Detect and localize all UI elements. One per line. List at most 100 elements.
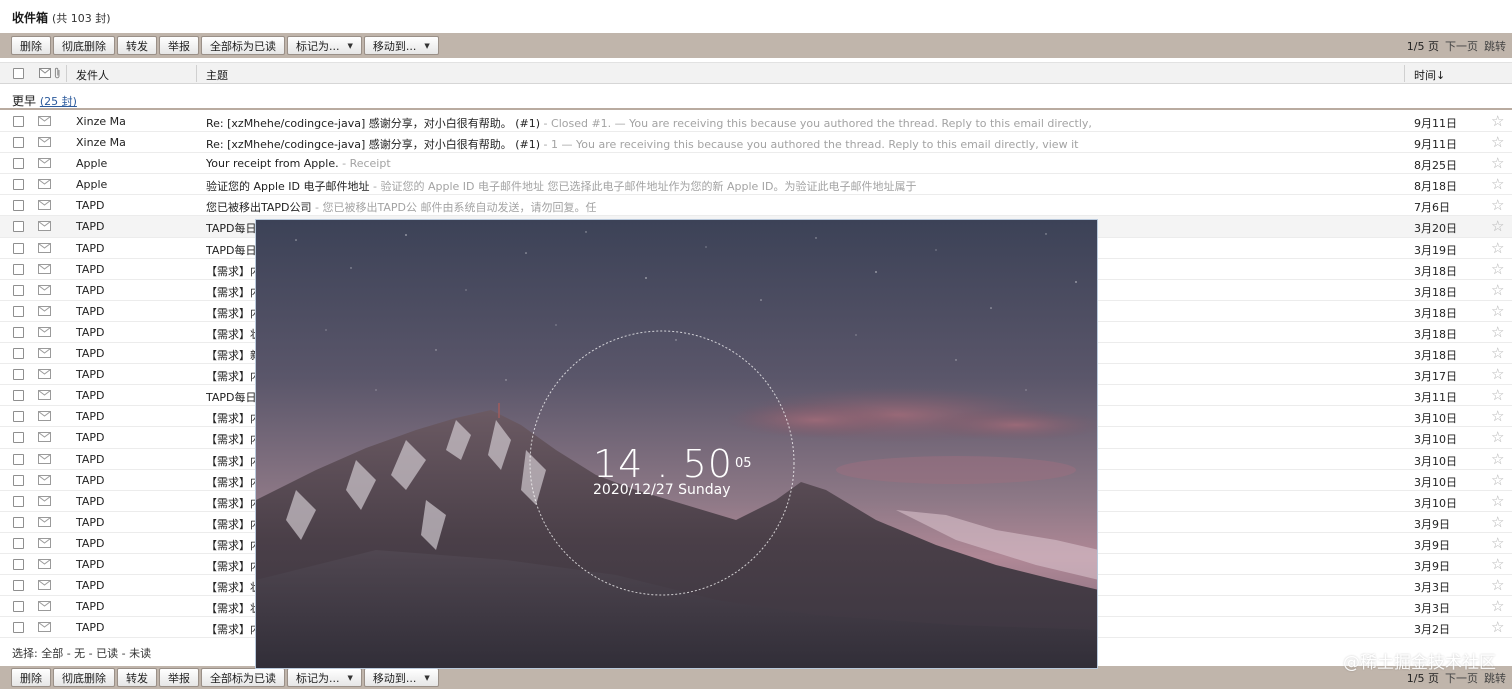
select-all-checkbox[interactable] <box>13 68 24 79</box>
star-icon[interactable]: ☆ <box>1491 365 1504 383</box>
row-checkbox[interactable] <box>13 158 24 170</box>
star-icon[interactable]: ☆ <box>1491 239 1504 257</box>
page-indicator: 1/5 页 <box>1406 39 1439 53</box>
permanent-delete-button[interactable]: 彻底删除 <box>53 36 115 55</box>
delete-button[interactable]: 删除 <box>11 668 51 687</box>
mail-date: 3月18日 <box>1414 327 1457 341</box>
row-checkbox[interactable] <box>13 242 24 254</box>
mail-row[interactable]: Apple Your receipt from Apple. - Receipt 8… <box>0 153 1512 175</box>
mail-subject-text: 【需求】内 <box>206 538 261 552</box>
mail-subject[interactable]: Re: [xzMhehe/codingce-java] 感谢分享，对小白很有帮助… <box>206 136 1396 152</box>
envelope-icon <box>38 580 51 591</box>
mark-all-read-button[interactable]: 全部标为已读 <box>201 668 285 687</box>
star-icon[interactable]: ☆ <box>1491 344 1504 362</box>
row-checkbox[interactable] <box>13 390 24 402</box>
row-checkbox[interactable] <box>13 622 24 634</box>
star-icon[interactable]: ☆ <box>1491 534 1504 552</box>
star-icon[interactable]: ☆ <box>1491 386 1504 404</box>
mail-subject[interactable]: Your receipt from Apple. - Receipt <box>206 157 1396 170</box>
star-icon[interactable]: ☆ <box>1491 154 1504 172</box>
envelope-icon <box>38 116 51 126</box>
star-icon[interactable]: ☆ <box>1491 112 1504 130</box>
permanent-delete-button[interactable]: 彻底删除 <box>53 668 115 687</box>
move-to-dropdown[interactable]: 移动到... ▼ <box>363 36 439 55</box>
move-to-dropdown[interactable]: 移动到... ▼ <box>363 668 439 687</box>
mail-sender: TAPD <box>76 557 105 571</box>
mail-subject[interactable]: 验证您的 Apple ID 电子邮件地址 - 验证您的 Apple ID 电子邮… <box>206 178 1396 194</box>
mail-date: 3月10日 <box>1414 454 1457 468</box>
forward-button[interactable]: 转发 <box>117 668 157 687</box>
star-icon[interactable]: ☆ <box>1491 407 1504 425</box>
report-button[interactable]: 举报 <box>159 668 199 687</box>
envelope-icon <box>38 516 51 527</box>
row-checkbox[interactable] <box>13 601 24 613</box>
envelope-icon <box>38 137 51 148</box>
star-icon[interactable]: ☆ <box>1491 513 1504 531</box>
row-checkbox[interactable] <box>13 263 24 275</box>
mail-row[interactable]: Xinze Ma Re: [xzMhehe/codingce-java] 感谢分享… <box>0 111 1512 133</box>
next-page-link[interactable]: 下一页 <box>1445 38 1478 54</box>
star-icon[interactable]: ☆ <box>1491 597 1504 615</box>
star-icon[interactable]: ☆ <box>1491 175 1504 193</box>
row-checkbox[interactable] <box>13 326 24 338</box>
report-button[interactable]: 举报 <box>159 36 199 55</box>
mail-date: 3月10日 <box>1414 475 1457 489</box>
row-checkbox[interactable] <box>13 537 24 549</box>
row-checkbox[interactable] <box>13 137 24 149</box>
row-checkbox[interactable] <box>13 179 24 191</box>
row-checkbox[interactable] <box>13 348 24 360</box>
mail-subject[interactable]: Re: [xzMhehe/codingce-java] 感谢分享，对小白很有帮助… <box>206 115 1396 131</box>
row-checkbox[interactable] <box>13 474 24 486</box>
star-icon[interactable]: ☆ <box>1491 492 1504 510</box>
star-icon[interactable]: ☆ <box>1491 302 1504 320</box>
group-count-link[interactable]: (25 封) <box>40 95 77 108</box>
row-checkbox[interactable] <box>13 221 24 233</box>
star-icon[interactable]: ☆ <box>1491 281 1504 299</box>
row-checkbox[interactable] <box>13 453 24 465</box>
star-icon[interactable]: ☆ <box>1491 260 1504 278</box>
forward-button[interactable]: 转发 <box>117 36 157 55</box>
star-icon[interactable]: ☆ <box>1491 450 1504 468</box>
mark-as-dropdown[interactable]: 标记为... ▼ <box>287 36 362 55</box>
star-icon[interactable]: ☆ <box>1491 618 1504 636</box>
wallpaper-clock-overlay[interactable]: 14 . 50 05 2020/12/27 Sunday <box>255 219 1098 669</box>
mail-subject-text: 【需求】状 <box>206 581 261 595</box>
mail-sender: TAPD <box>76 241 105 255</box>
row-checkbox[interactable] <box>13 305 24 317</box>
envelope-icon <box>38 242 51 253</box>
row-checkbox[interactable] <box>13 558 24 570</box>
row-checkbox[interactable] <box>13 495 24 507</box>
delete-button[interactable]: 删除 <box>11 36 51 55</box>
mail-row[interactable]: TAPD 您已被移出TAPD公司 - 您已被移出TAPD公 邮件由系统自动发送，请… <box>0 195 1512 217</box>
jump-link[interactable]: 跳转 <box>1484 38 1506 54</box>
mark-all-read-button[interactable]: 全部标为已读 <box>201 36 285 55</box>
row-checkbox[interactable] <box>13 516 24 528</box>
subject-column-header[interactable]: 主题 <box>206 67 228 83</box>
star-icon[interactable]: ☆ <box>1491 196 1504 214</box>
mailbox-count: (共 103 封) <box>52 12 111 25</box>
mail-row[interactable]: Apple 验证您的 Apple ID 电子邮件地址 - 验证您的 Apple I… <box>0 174 1512 196</box>
row-checkbox[interactable] <box>13 369 24 381</box>
mail-row[interactable]: Xinze Ma Re: [xzMhehe/codingce-java] 感谢分享… <box>0 132 1512 154</box>
envelope-icon <box>38 348 51 359</box>
row-checkbox[interactable] <box>13 116 24 127</box>
star-icon[interactable]: ☆ <box>1491 323 1504 341</box>
mark-as-dropdown[interactable]: 标记为... ▼ <box>287 668 362 687</box>
row-checkbox[interactable] <box>13 200 24 212</box>
star-icon[interactable]: ☆ <box>1491 133 1504 151</box>
row-checkbox[interactable] <box>13 284 24 296</box>
time-column-header[interactable]: 时间↓ <box>1414 67 1445 83</box>
mark-as-label: 标记为... <box>296 39 340 53</box>
row-checkbox[interactable] <box>13 411 24 423</box>
mail-subject[interactable]: 您已被移出TAPD公司 - 您已被移出TAPD公 邮件由系统自动发送，请勿回复。… <box>206 199 1396 215</box>
star-icon[interactable]: ☆ <box>1491 555 1504 573</box>
star-icon[interactable]: ☆ <box>1491 576 1504 594</box>
star-icon[interactable]: ☆ <box>1491 428 1504 446</box>
mail-date: 3月18日 <box>1414 285 1457 299</box>
sender-column-header[interactable]: 发件人 <box>76 67 109 83</box>
star-icon[interactable]: ☆ <box>1491 217 1504 235</box>
star-icon[interactable]: ☆ <box>1491 471 1504 489</box>
row-checkbox[interactable] <box>13 580 24 592</box>
row-checkbox[interactable] <box>13 432 24 444</box>
selection-options[interactable]: 全部 - 无 - 已读 - 未读 <box>41 647 151 660</box>
